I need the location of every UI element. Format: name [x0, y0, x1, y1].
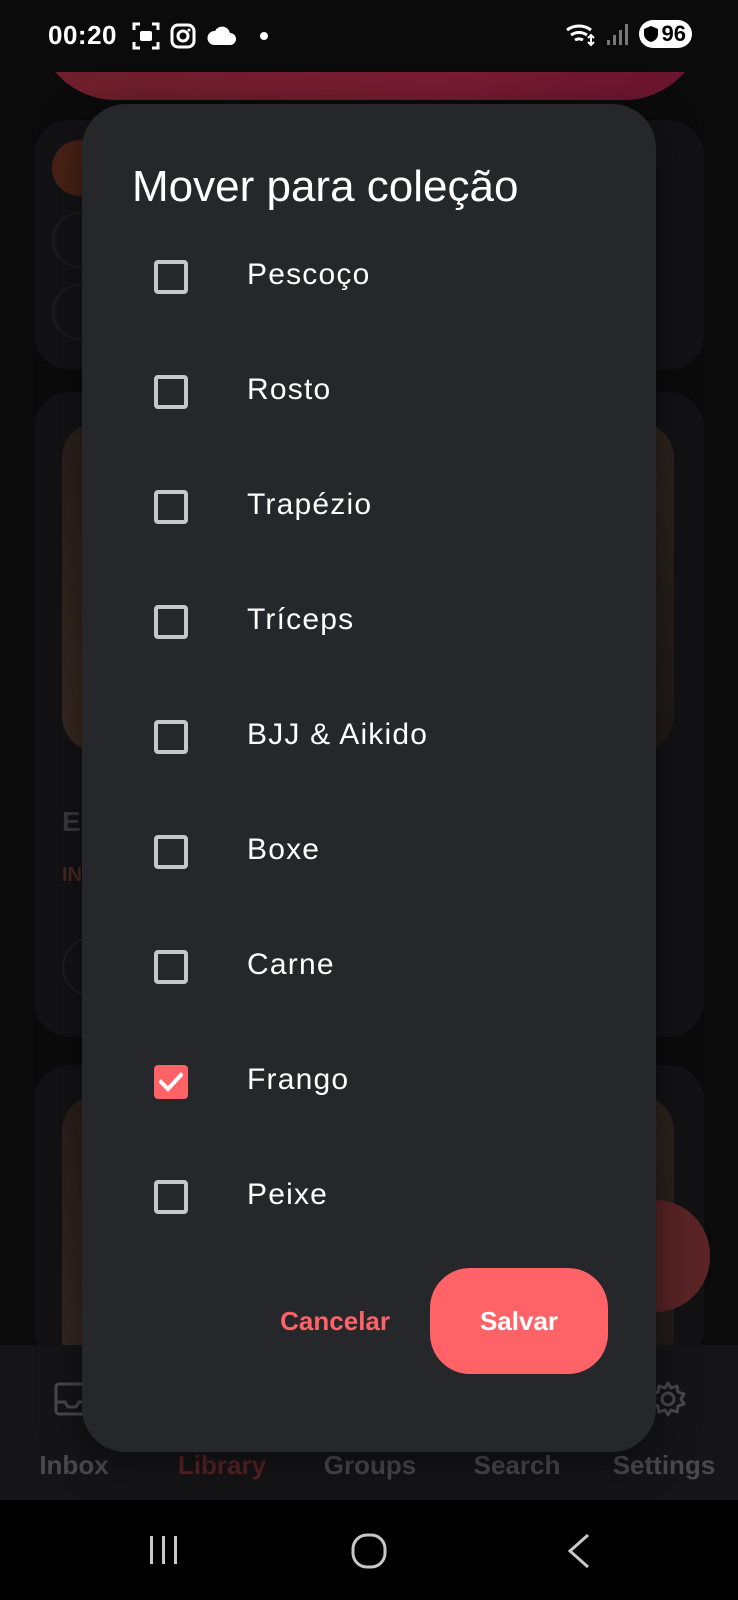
checkbox[interactable]	[154, 835, 188, 869]
checkbox-checked[interactable]	[154, 1065, 188, 1099]
collection-label: Boxe	[247, 833, 321, 866]
status-time: 00:20	[48, 20, 117, 50]
checkbox[interactable]	[154, 720, 188, 754]
nav-item-inbox: Inbox	[39, 1450, 109, 1480]
status-bar: 00:20 96	[0, 0, 738, 72]
collection-label: Frango	[247, 1063, 350, 1096]
nav-item-groups: Groups	[323, 1450, 417, 1480]
checkbox[interactable]	[154, 1180, 188, 1214]
cloud-icon	[207, 26, 236, 45]
collection-option[interactable]: Rosto	[82, 369, 656, 484]
collection-label: Tríceps	[247, 603, 355, 636]
signal-icon	[606, 24, 628, 45]
recipe-tag-fragment: IN	[62, 864, 82, 886]
collection-label: Rosto	[247, 373, 332, 406]
dialog-title: Mover para coleção	[132, 162, 519, 211]
cancel-button[interactable]: Cancelar	[280, 1306, 390, 1337]
checkbox[interactable]	[154, 950, 188, 984]
checkbox[interactable]	[154, 490, 188, 524]
checkmark-icon	[159, 1072, 183, 1092]
checkbox[interactable]	[154, 375, 188, 409]
recent-apps-icon[interactable]	[146, 1532, 182, 1568]
home-icon[interactable]	[350, 1532, 388, 1570]
nav-item-search: Search	[473, 1450, 561, 1480]
checkbox[interactable]	[154, 605, 188, 639]
collection-option[interactable]: Frango	[82, 1059, 656, 1174]
nav-item-library: Library	[177, 1450, 267, 1480]
recipe-title-fragment: E	[62, 806, 81, 837]
screenshot-icon	[132, 22, 160, 50]
collection-label: BJJ & Aikido	[247, 718, 429, 751]
collection-option[interactable]: Trapézio	[82, 484, 656, 599]
battery-indicator: 96	[638, 20, 692, 48]
collection-label: Peixe	[247, 1178, 329, 1211]
collection-option[interactable]: Pescoço	[82, 254, 656, 369]
dialog-actions: Cancelar Salvar	[280, 1268, 608, 1374]
collection-label: Pescoço	[247, 258, 371, 291]
collection-option[interactable]: Boxe	[82, 829, 656, 944]
collection-list: Pescoço Rosto Trapézio Tríceps BJJ & Aik…	[82, 254, 656, 1289]
collection-label: Carne	[247, 948, 335, 981]
nav-item-settings: Settings	[612, 1450, 716, 1480]
wifi-icon	[565, 24, 595, 47]
collection-option[interactable]: Carne	[82, 944, 656, 1059]
collection-option[interactable]: BJJ & Aikido	[82, 714, 656, 829]
move-to-collection-dialog: Mover para coleção Pescoço Rosto Trapézi…	[82, 104, 656, 1452]
collection-option[interactable]: Tríceps	[82, 599, 656, 714]
shield-icon	[643, 26, 658, 42]
notification-dot	[260, 32, 268, 40]
checkbox[interactable]	[154, 260, 188, 294]
collection-label: Trapézio	[247, 488, 373, 521]
back-icon[interactable]	[564, 1532, 594, 1570]
battery-level: 96	[661, 21, 686, 46]
save-button[interactable]: Salvar	[430, 1268, 608, 1374]
instagram-icon	[170, 23, 196, 49]
